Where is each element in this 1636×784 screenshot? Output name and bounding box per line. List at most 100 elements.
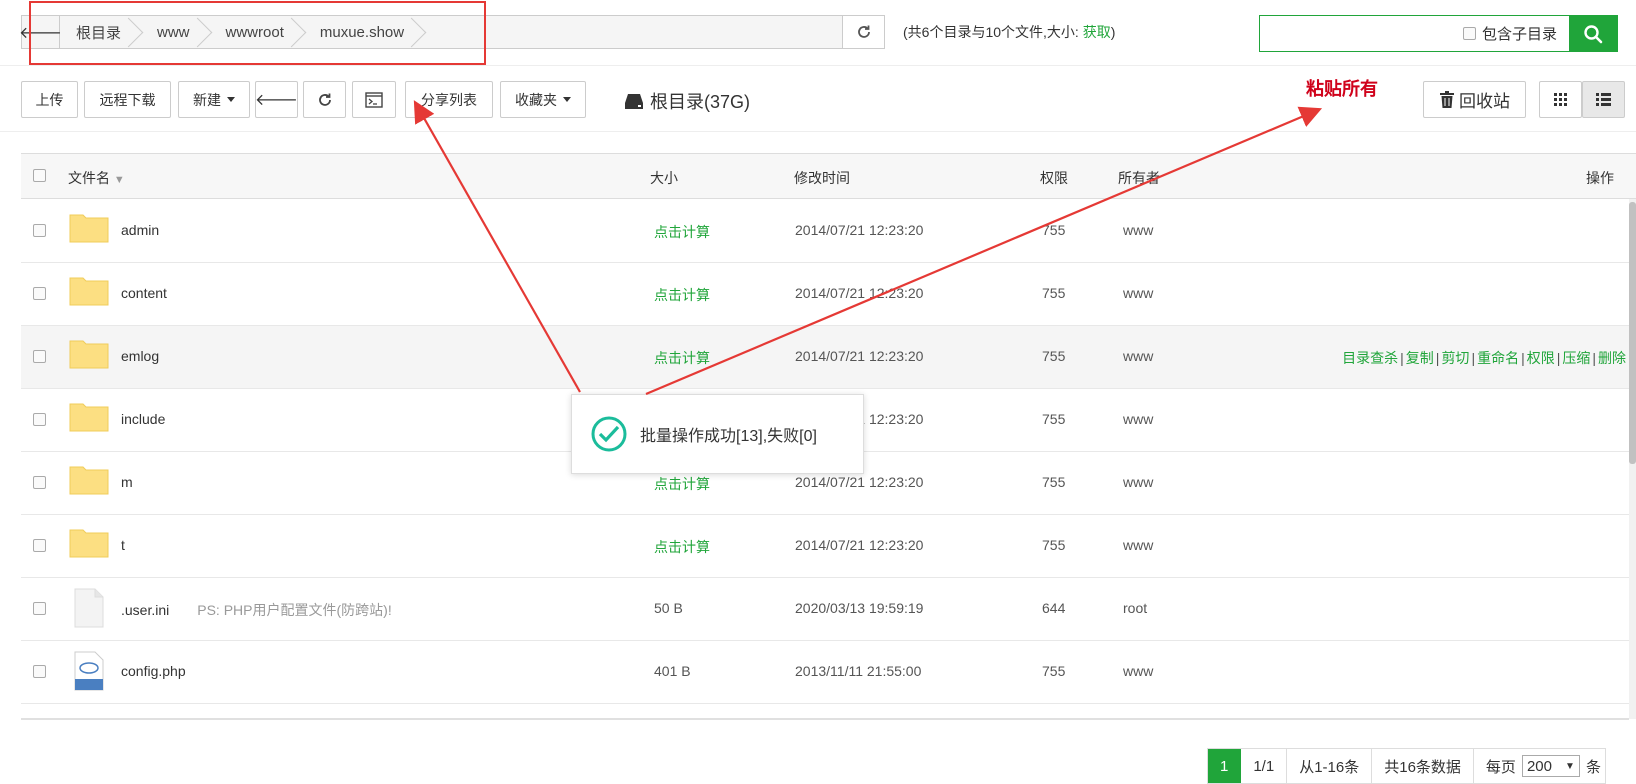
- favorites-dropdown-button[interactable]: 收藏夹: [500, 81, 586, 118]
- row-actions: 目录查杀 | 复制 | 剪切 | 重命名 | 权限 | 压缩 | 删除: [1342, 348, 1626, 368]
- row-checkbox[interactable]: [33, 665, 46, 678]
- row-checkbox[interactable]: [33, 287, 46, 300]
- table-header: 文件名 ▼ 大小 修改时间 权限 所有者 操作: [21, 153, 1636, 199]
- page-range: 从1-16条: [1287, 749, 1373, 783]
- back-button[interactable]: 🡐: [255, 81, 298, 118]
- row-action-link[interactable]: 剪切: [1441, 350, 1469, 366]
- remote-download-button[interactable]: 远程下载: [84, 81, 171, 118]
- address-bar: 🡐 根目录 www wwwroot muxue.show: [19, 15, 885, 49]
- file-name[interactable]: emlog: [121, 348, 159, 364]
- file-size[interactable]: 点击计算: [654, 285, 710, 305]
- file-mtime: 2014/07/21 12:23:20: [795, 285, 924, 301]
- column-header-owner[interactable]: 所有者: [1118, 168, 1160, 188]
- refresh-icon[interactable]: [842, 16, 884, 48]
- file-mtime: 2014/07/21 12:23:20: [795, 348, 924, 364]
- include-subdir-checkbox[interactable]: [1462, 27, 1476, 40]
- file-size[interactable]: 点击计算: [654, 537, 710, 557]
- row-action-link[interactable]: 复制: [1406, 350, 1434, 366]
- file-size: 50 B: [654, 600, 683, 616]
- row-checkbox[interactable]: [33, 413, 46, 426]
- file-size: 401 B: [654, 663, 691, 679]
- back-icon[interactable]: 🡐: [19, 16, 62, 48]
- recycle-bin-button[interactable]: 回收站: [1423, 81, 1526, 118]
- column-header-name[interactable]: 文件名 ▼: [68, 168, 125, 188]
- grid-icon: [1553, 92, 1567, 106]
- file-name[interactable]: .user.ini PS: PHP用户配置文件(防跨站)!: [121, 600, 392, 620]
- page-of: 1/1: [1241, 749, 1288, 783]
- divider: [0, 65, 1636, 66]
- column-header-size[interactable]: 大小: [650, 168, 678, 188]
- favorites-button-label: 收藏夹: [515, 91, 557, 108]
- file-perm: 644: [1042, 600, 1066, 616]
- row-action-link[interactable]: 删除: [1598, 350, 1626, 366]
- php-file-icon: [74, 651, 104, 691]
- action-separator: |: [1435, 350, 1440, 366]
- file-name[interactable]: content: [121, 285, 167, 301]
- file-name[interactable]: t: [121, 537, 125, 553]
- column-header-mtime[interactable]: 修改时间: [794, 168, 850, 188]
- file-name[interactable]: include: [121, 411, 165, 427]
- file-mtime: 2014/07/21 12:23:20: [795, 222, 924, 238]
- calc-size-link[interactable]: 获取: [1083, 24, 1111, 40]
- file-mtime: 2013/11/11 21:55:00: [795, 663, 922, 679]
- file-perm: 755: [1042, 411, 1066, 427]
- breadcrumb-item-www[interactable]: www: [141, 16, 210, 48]
- disk-label: 根目录(37G): [650, 92, 751, 112]
- dir-info: (共6个目录与10个文件,大小: 获取): [903, 24, 1116, 40]
- file-owner: www: [1123, 285, 1154, 301]
- paste-all-annotation: 粘贴所有: [1306, 79, 1378, 99]
- per-page-select[interactable]: 200 ▼: [1521, 755, 1580, 777]
- file-perm: 755: [1042, 474, 1066, 490]
- share-list-button[interactable]: 分享列表: [405, 81, 493, 118]
- select-all-checkbox[interactable]: [33, 169, 46, 182]
- refresh-button[interactable]: [303, 81, 346, 118]
- table-row[interactable]: emlog 点击计算 2014/07/21 12:23:20 755 www 目录查杀 | 复…: [21, 326, 1636, 389]
- file-size[interactable]: 点击计算: [654, 474, 710, 494]
- terminal-button[interactable]: [352, 81, 396, 118]
- per-page-unit: 条: [1585, 758, 1601, 776]
- breadcrumb-item-muxue-show[interactable]: muxue.show: [304, 16, 424, 48]
- file-name[interactable]: m: [121, 474, 133, 490]
- search-input[interactable]: [1260, 16, 1463, 51]
- file-size[interactable]: 点击计算: [654, 222, 710, 242]
- row-action-link[interactable]: 压缩: [1562, 350, 1590, 366]
- file-owner: root: [1123, 600, 1148, 616]
- file-owner: www: [1123, 474, 1154, 490]
- action-separator: |: [1471, 350, 1476, 366]
- new-dropdown-button[interactable]: 新建: [178, 81, 250, 118]
- list-view-button[interactable]: [1582, 81, 1625, 118]
- table-row[interactable]: content 点击计算 2014/07/21 12:23:20 755 www: [21, 263, 1636, 326]
- row-checkbox[interactable]: [33, 224, 46, 237]
- grid-view-button[interactable]: [1539, 81, 1582, 118]
- check-circle-icon: [591, 416, 627, 452]
- row-checkbox[interactable]: [33, 602, 46, 615]
- row-action-link[interactable]: 权限: [1527, 350, 1555, 366]
- per-page: 每页 200 ▼ 条: [1473, 749, 1606, 783]
- row-checkbox[interactable]: [33, 539, 46, 552]
- row-checkbox[interactable]: [33, 476, 46, 489]
- include-subdir-toggle[interactable]: 包含子目录: [1462, 16, 1569, 51]
- page-current[interactable]: 1: [1208, 749, 1242, 783]
- table-row[interactable]: .user.ini PS: PHP用户配置文件(防跨站)! 50 B 2020/03/…: [21, 578, 1636, 641]
- file-owner: www: [1123, 411, 1154, 427]
- file-size[interactable]: 点击计算: [654, 348, 710, 368]
- file-name[interactable]: config.php: [121, 663, 186, 679]
- upload-button[interactable]: 上传: [21, 81, 78, 118]
- table-row[interactable]: config.php 401 B 2013/11/11 21:55:00 755 www: [21, 641, 1636, 704]
- action-separator: |: [1556, 350, 1561, 366]
- disk-info[interactable]: 根目录(37G): [624, 88, 750, 114]
- scrollbar-thumb[interactable]: [1629, 202, 1636, 464]
- file-icon: [74, 588, 104, 628]
- table-row[interactable]: admin 点击计算 2014/07/21 12:23:20 755 www: [21, 200, 1636, 263]
- search-button[interactable]: [1569, 16, 1617, 51]
- terminal-icon: [365, 91, 383, 108]
- breadcrumb-item-wwwroot[interactable]: wwwroot: [210, 16, 304, 48]
- search-box: 包含子目录: [1259, 15, 1618, 52]
- breadcrumb-item-root[interactable]: 根目录: [60, 16, 141, 48]
- row-checkbox[interactable]: [33, 350, 46, 363]
- row-action-link[interactable]: 目录查杀: [1342, 350, 1398, 366]
- column-header-perm[interactable]: 权限: [1040, 168, 1068, 188]
- table-row[interactable]: t 点击计算 2014/07/21 12:23:20 755 www: [21, 515, 1636, 578]
- row-action-link[interactable]: 重命名: [1477, 350, 1519, 366]
- file-name[interactable]: admin: [121, 222, 159, 238]
